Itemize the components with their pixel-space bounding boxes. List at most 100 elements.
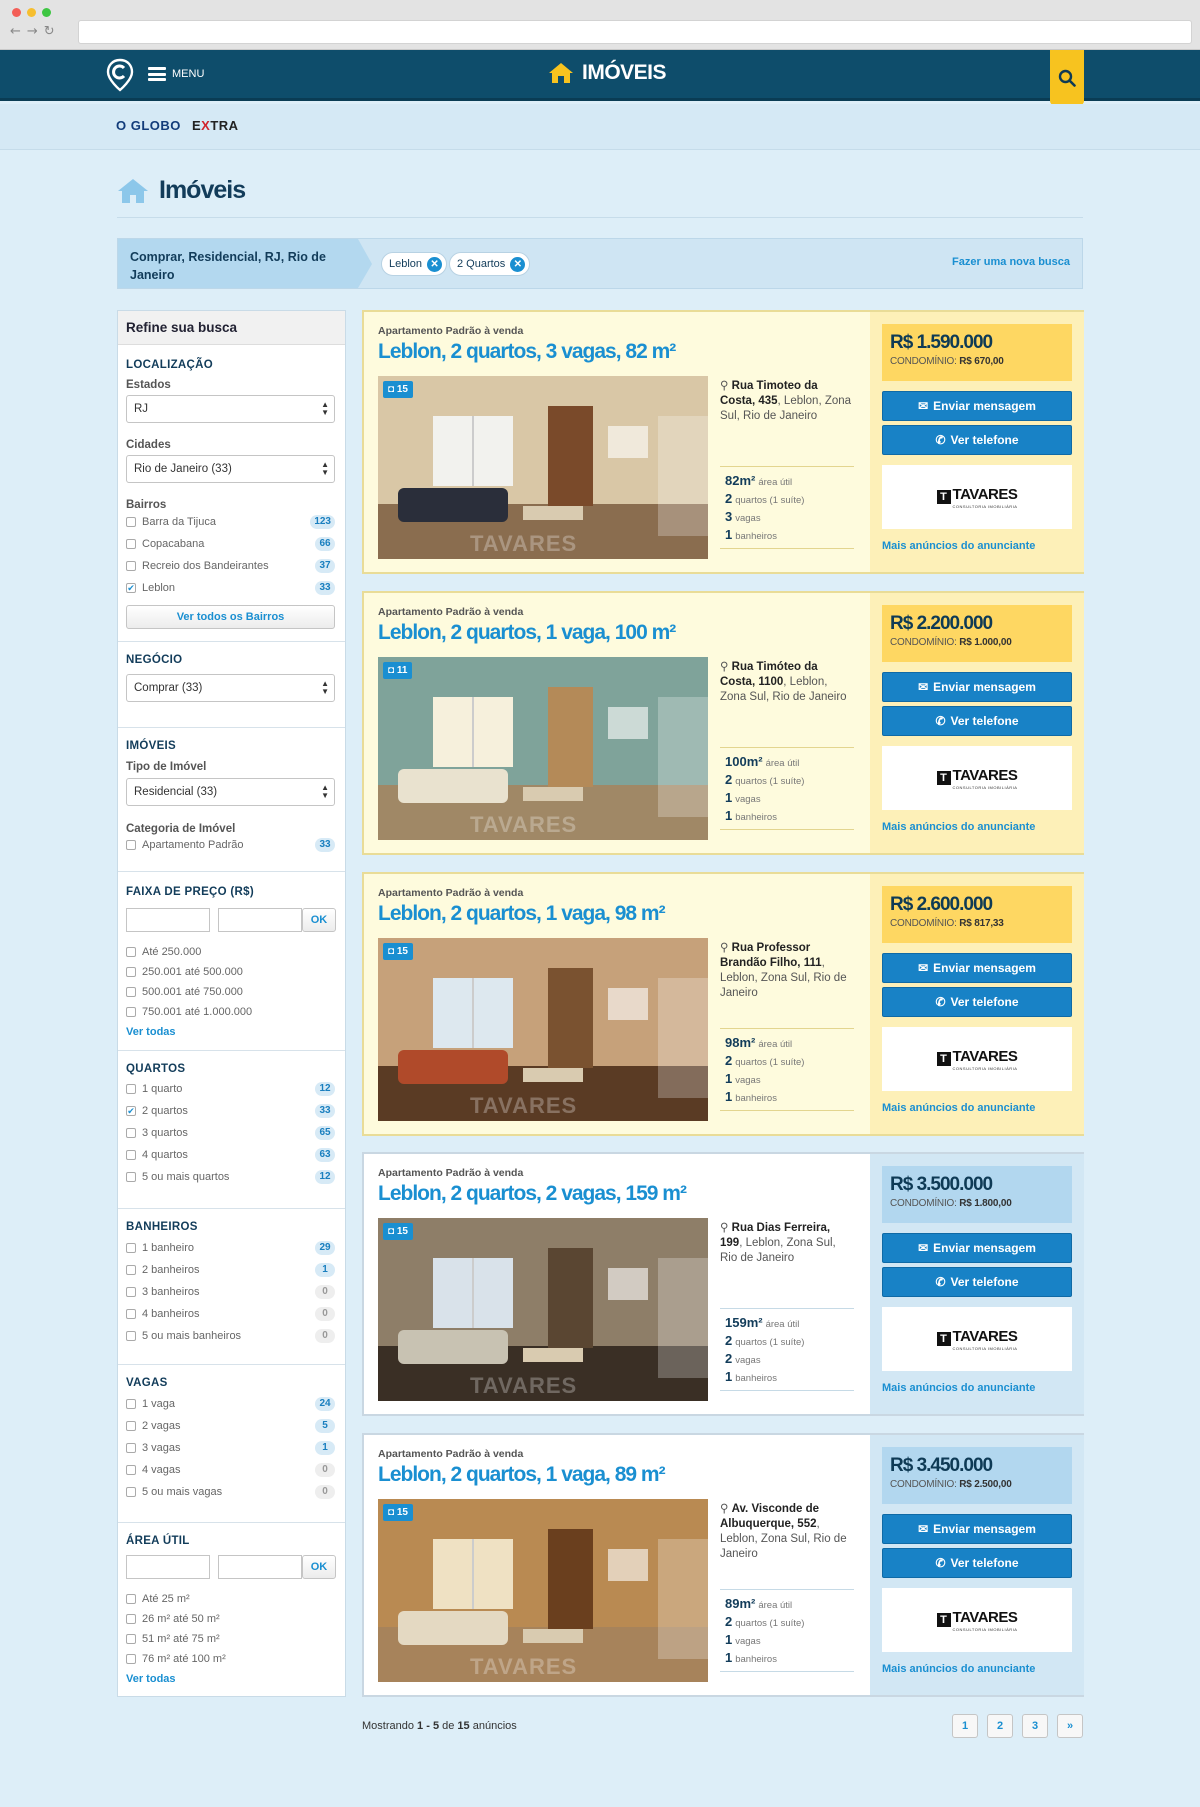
more-ads-link[interactable]: Mais anúncios do anunciante: [882, 1382, 1035, 1394]
remove-icon[interactable]: ✕: [427, 256, 443, 272]
checkbox[interactable]: [126, 1614, 136, 1624]
banheiros-option[interactable]: 4 banheiros 0: [126, 1306, 335, 1322]
bairro-option[interactable]: Copacabana 66: [126, 536, 335, 552]
checkbox[interactable]: [126, 1654, 136, 1664]
price-max-input[interactable]: [218, 908, 302, 932]
listing-photo[interactable]: ◘ 15 TAVARES: [378, 1499, 708, 1682]
minimize-window-dot[interactable]: [27, 8, 36, 17]
checkbox[interactable]: [126, 517, 136, 527]
advertiser-logo[interactable]: T TAVARES CONSULTORIA IMOBILIÁRIA: [882, 465, 1072, 529]
checkbox[interactable]: [126, 1172, 136, 1182]
maximize-window-dot[interactable]: [42, 8, 51, 17]
listing-card[interactable]: Apartamento Padrão à venda Leblon, 2 qua…: [362, 1433, 1084, 1697]
see-phone-button[interactable]: ✆ Ver telefone: [882, 425, 1072, 455]
all-bairros-button[interactable]: Ver todos os Bairros: [126, 605, 335, 629]
listing-photo[interactable]: ◘ 15 TAVARES: [378, 376, 708, 559]
checkbox[interactable]: [126, 1443, 136, 1453]
price-ok-button[interactable]: OK: [302, 908, 336, 932]
checkbox[interactable]: [126, 1331, 136, 1341]
area-option[interactable]: Até 25 m²: [126, 1591, 335, 1607]
checkbox[interactable]: [126, 1399, 136, 1409]
quartos-option[interactable]: 3 quartos 65: [126, 1125, 335, 1141]
area-ok-button[interactable]: OK: [302, 1555, 336, 1579]
send-message-button[interactable]: ✉ Enviar mensagem: [882, 953, 1072, 983]
page-3-button[interactable]: 3: [1022, 1714, 1048, 1738]
checkbox[interactable]: [126, 1287, 136, 1297]
price-option[interactable]: 250.001 até 500.000: [126, 964, 335, 980]
bairro-option[interactable]: Barra da Tijuca 123: [126, 514, 335, 530]
oglobo-link[interactable]: O GLOBO: [116, 118, 181, 133]
price-option[interactable]: Até 250.000: [126, 944, 335, 960]
listing-card[interactable]: Apartamento Padrão à venda Leblon, 2 qua…: [362, 1152, 1084, 1416]
listing-card[interactable]: Apartamento Padrão à venda Leblon, 2 qua…: [362, 310, 1084, 574]
quartos-option[interactable]: 1 quarto 12: [126, 1081, 335, 1097]
price-option[interactable]: 750.001 até 1.000.000: [126, 1004, 335, 1020]
categoria-option[interactable]: Apartamento Padrão 33: [126, 837, 335, 853]
filter-chip-leblon[interactable]: Leblon ✕: [381, 252, 448, 276]
banheiros-option[interactable]: 3 banheiros 0: [126, 1284, 335, 1300]
checkbox[interactable]: [126, 1150, 136, 1160]
checkbox-checked[interactable]: ✔: [126, 1106, 136, 1116]
quartos-option[interactable]: ✔ 2 quartos 33: [126, 1103, 335, 1119]
vagas-option[interactable]: 2 vagas 5: [126, 1418, 335, 1434]
more-ads-link[interactable]: Mais anúncios do anunciante: [882, 821, 1035, 833]
checkbox[interactable]: [126, 1007, 136, 1017]
checkbox[interactable]: [126, 1487, 136, 1497]
remove-icon[interactable]: ✕: [510, 256, 526, 272]
banheiros-option[interactable]: 1 banheiro 29: [126, 1240, 335, 1256]
checkbox[interactable]: [126, 1465, 136, 1475]
estados-select[interactable]: RJ ▲ ▼: [126, 395, 335, 423]
browser-nav-icons[interactable]: ←→↻: [10, 24, 61, 39]
see-phone-button[interactable]: ✆ Ver telefone: [882, 987, 1072, 1017]
page-1-button[interactable]: 1: [952, 1714, 978, 1738]
cidades-select[interactable]: Rio de Janeiro (33) ▲ ▼: [126, 455, 335, 483]
checkbox[interactable]: [126, 1309, 136, 1319]
checkbox[interactable]: [126, 967, 136, 977]
search-button[interactable]: [1050, 50, 1084, 105]
area-min-input[interactable]: [126, 1555, 210, 1579]
checkbox[interactable]: [126, 947, 136, 957]
vagas-option[interactable]: 3 vagas 1: [126, 1440, 335, 1456]
banheiros-option[interactable]: 2 banheiros 1: [126, 1262, 335, 1278]
checkbox[interactable]: [126, 1594, 136, 1604]
listing-title[interactable]: Leblon, 2 quartos, 1 vaga, 89 m²: [378, 1463, 666, 1487]
checkbox[interactable]: [126, 1084, 136, 1094]
listing-title[interactable]: Leblon, 2 quartos, 1 vaga, 100 m²: [378, 621, 676, 645]
quartos-option[interactable]: 5 ou mais quartos 12: [126, 1169, 335, 1185]
listing-card[interactable]: Apartamento Padrão à venda Leblon, 2 qua…: [362, 591, 1084, 855]
see-phone-button[interactable]: ✆ Ver telefone: [882, 1548, 1072, 1578]
checkbox[interactable]: [126, 1243, 136, 1253]
checkbox-checked[interactable]: ✔: [126, 583, 136, 593]
checkbox[interactable]: [126, 987, 136, 997]
see-phone-button[interactable]: ✆ Ver telefone: [882, 706, 1072, 736]
area-option[interactable]: 51 m² até 75 m²: [126, 1631, 335, 1647]
listing-photo[interactable]: ◘ 15 TAVARES: [378, 938, 708, 1121]
bairro-option[interactable]: ✔ Leblon 33: [126, 580, 335, 596]
site-logo-icon[interactable]: [106, 58, 134, 92]
listing-card[interactable]: Apartamento Padrão à venda Leblon, 2 qua…: [362, 872, 1084, 1136]
see-all-areas-link[interactable]: Ver todas: [126, 1673, 176, 1685]
listing-title[interactable]: Leblon, 2 quartos, 3 vagas, 82 m²: [378, 340, 676, 364]
banheiros-option[interactable]: 5 ou mais banheiros 0: [126, 1328, 335, 1344]
checkbox[interactable]: [126, 561, 136, 571]
listing-title[interactable]: Leblon, 2 quartos, 2 vagas, 159 m²: [378, 1182, 687, 1206]
close-window-dot[interactable]: [12, 8, 21, 17]
advertiser-logo[interactable]: T TAVARES CONSULTORIA IMOBILIÁRIA: [882, 1307, 1072, 1371]
checkbox[interactable]: [126, 1265, 136, 1275]
see-phone-button[interactable]: ✆ Ver telefone: [882, 1267, 1072, 1297]
listing-title[interactable]: Leblon, 2 quartos, 1 vaga, 98 m²: [378, 902, 666, 926]
page-2-button[interactable]: 2: [987, 1714, 1013, 1738]
negocio-select[interactable]: Comprar (33) ▲ ▼: [126, 674, 335, 702]
checkbox[interactable]: [126, 1634, 136, 1644]
see-all-prices-link[interactable]: Ver todas: [126, 1026, 176, 1038]
vagas-option[interactable]: 4 vagas 0: [126, 1462, 335, 1478]
listing-photo[interactable]: ◘ 15 TAVARES: [378, 1218, 708, 1401]
menu-button[interactable]: MENU: [148, 67, 204, 81]
checkbox[interactable]: [126, 1128, 136, 1138]
send-message-button[interactable]: ✉ Enviar mensagem: [882, 391, 1072, 421]
next-page-button[interactable]: »: [1057, 1714, 1083, 1738]
quartos-option[interactable]: 4 quartos 63: [126, 1147, 335, 1163]
area-option[interactable]: 26 m² até 50 m²: [126, 1611, 335, 1627]
extra-link[interactable]: EXTRA: [192, 118, 239, 133]
more-ads-link[interactable]: Mais anúncios do anunciante: [882, 1102, 1035, 1114]
